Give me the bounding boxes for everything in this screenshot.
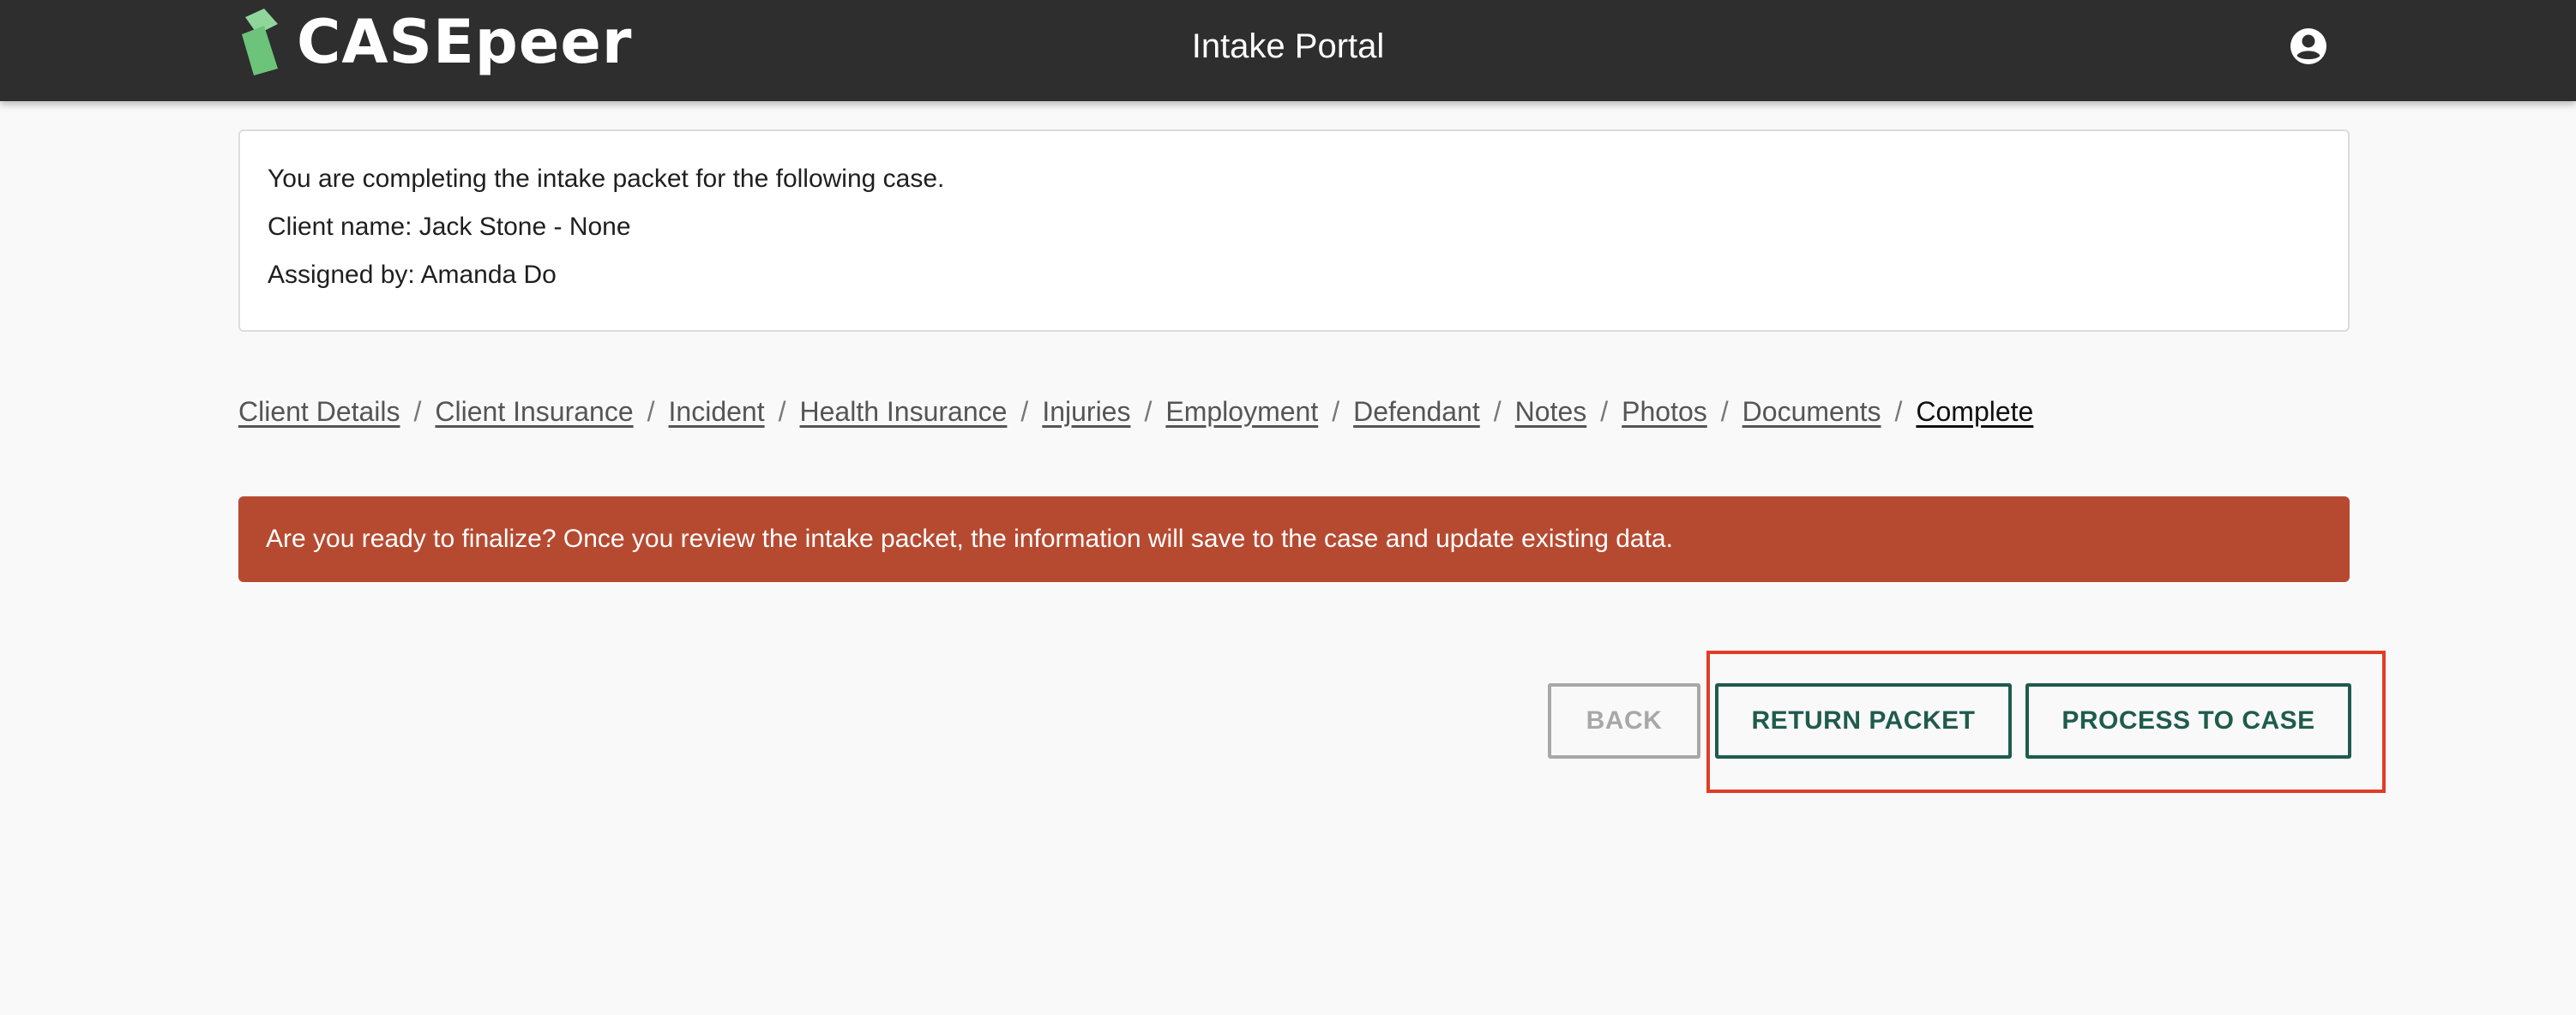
breadcrumb-separator: / <box>1600 395 1609 427</box>
alert-message: Are you ready to finalize? Once you revi… <box>266 525 1673 553</box>
breadcrumb-separator: / <box>1720 395 1729 427</box>
process-to-case-button[interactable]: PROCESS TO CASE <box>2025 683 2351 759</box>
finalize-alert: Are you ready to finalize? Once you revi… <box>238 496 2350 582</box>
breadcrumb-separator: / <box>1020 395 1029 427</box>
breadcrumb-client-insurance[interactable]: Client Insurance <box>435 396 633 428</box>
return-packet-button[interactable]: RETURN PACKET <box>1715 683 2012 759</box>
breadcrumb: Client Details / Client Insurance / Inci… <box>238 391 2033 432</box>
breadcrumb-separator: / <box>1894 395 1903 427</box>
breadcrumb-separator: / <box>647 395 655 427</box>
assigned-by-text: Assigned by: Amanda Do <box>268 261 557 289</box>
breadcrumb-client-details[interactable]: Client Details <box>238 396 400 428</box>
breadcrumb-defendant[interactable]: Defendant <box>1353 396 1480 428</box>
breadcrumb-separator: / <box>778 395 786 427</box>
breadcrumb-injuries[interactable]: Injuries <box>1042 396 1130 428</box>
breadcrumb-separator: / <box>1493 395 1502 427</box>
breadcrumb-notes[interactable]: Notes <box>1515 396 1587 428</box>
breadcrumb-separator: / <box>1332 395 1340 427</box>
page-title: Intake Portal <box>1191 27 1385 65</box>
breadcrumb-complete[interactable]: Complete <box>1916 396 2033 428</box>
breadcrumb-incident[interactable]: Incident <box>669 396 765 428</box>
breadcrumb-photos[interactable]: Photos <box>1622 396 1707 428</box>
case-info-card: You are completing the intake packet for… <box>238 129 2350 332</box>
breadcrumb-employment[interactable]: Employment <box>1165 396 1318 428</box>
client-name-text: Client name: Jack Stone - None <box>268 213 631 241</box>
back-button[interactable]: BACK <box>1548 683 1700 759</box>
breadcrumb-separator: / <box>413 395 422 427</box>
case-intro-text: You are completing the intake packet for… <box>268 165 945 193</box>
breadcrumb-separator: / <box>1144 395 1153 427</box>
breadcrumb-health-insurance[interactable]: Health Insurance <box>800 396 1008 428</box>
top-navbar: CASEpeer Intake Portal <box>0 0 2576 101</box>
breadcrumb-documents[interactable]: Documents <box>1742 396 1881 428</box>
account-icon[interactable] <box>2290 27 2327 65</box>
